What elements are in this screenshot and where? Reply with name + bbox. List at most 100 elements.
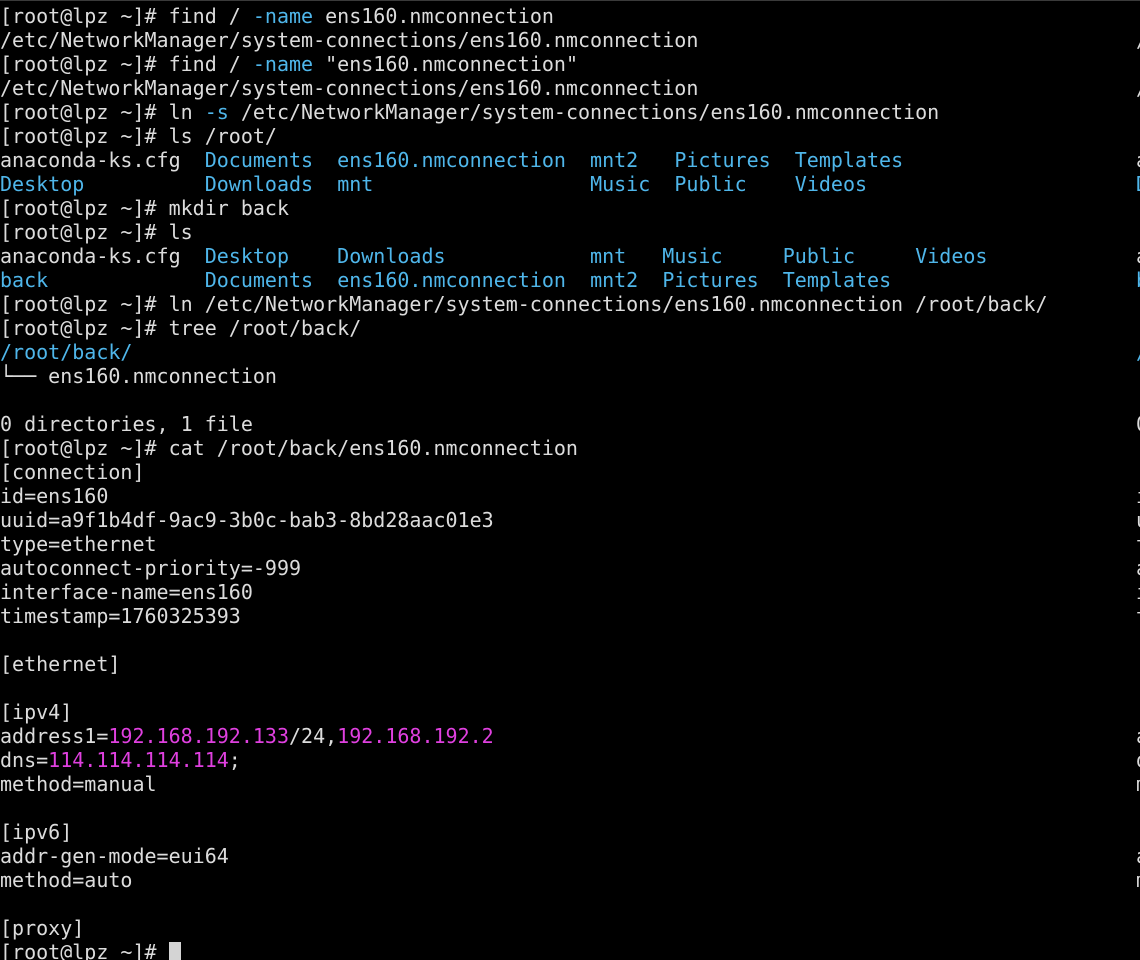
- adjacent-pane-char: b: [1136, 268, 1140, 292]
- terminal-line: type=ethernet: [0, 532, 1048, 556]
- terminal-line: dns=114.114.114.114;: [0, 748, 1048, 772]
- adjacent-pane-char: [1136, 652, 1140, 676]
- adjacent-pane-char: a: [1136, 556, 1140, 580]
- terminal-line: [ipv6]: [0, 820, 1048, 844]
- terminal-line: back Documents ens160.nmconnection mnt2 …: [0, 268, 1048, 292]
- directory-entry: back: [0, 268, 49, 292]
- terminal-line: interface-name=ens160: [0, 580, 1048, 604]
- directory-entry: mnt2: [590, 268, 639, 292]
- terminal-line: /etc/NetworkManager/system-connections/e…: [0, 28, 1048, 52]
- adjacent-pane-char: /: [1136, 340, 1140, 364]
- terminal-line: [root@lpz ~]# ls /root/: [0, 124, 1048, 148]
- terminal-line: Desktop Downloads mnt Music Public Video…: [0, 172, 1048, 196]
- terminal-text: [root@lpz ~]# ls: [0, 220, 193, 244]
- directory-entry: Public: [782, 244, 855, 268]
- terminal-text: id=ens160: [0, 484, 109, 508]
- adjacent-pane-edge: //aDab/0iutaitadmam: [1136, 4, 1140, 960]
- adjacent-pane-char: u: [1136, 508, 1140, 532]
- adjacent-pane-char: [1136, 100, 1140, 124]
- directory-entry: Downloads: [337, 244, 446, 268]
- terminal-line: id=ens160: [0, 484, 1048, 508]
- adjacent-pane-char: 0: [1136, 412, 1140, 436]
- ip-address-text: 114.114.114.114: [48, 748, 229, 772]
- directory-entry: Videos: [794, 172, 868, 196]
- terminal-text: [ipv4]: [0, 700, 73, 724]
- terminal-line: method=manual: [0, 772, 1048, 796]
- terminal-text: method=manual: [0, 772, 157, 796]
- terminal-text: [root@lpz ~]# mkdir back: [0, 196, 289, 220]
- directory-entry: /root/back/: [0, 340, 133, 364]
- terminal-text: [proxy]: [0, 916, 85, 940]
- adjacent-pane-char: a: [1136, 724, 1140, 748]
- terminal-line: anaconda-ks.cfg Documents ens160.nmconne…: [0, 148, 1048, 172]
- terminal-line: anaconda-ks.cfg Desktop Downloads mnt Mu…: [0, 244, 1048, 268]
- terminal-text: type=ethernet: [0, 532, 157, 556]
- terminal-line: [root@lpz ~]# tree /root/back/: [0, 316, 1048, 340]
- terminal-line: [root@lpz ~]# cat /root/back/ens160.nmco…: [0, 436, 1048, 460]
- adjacent-pane-char: [1136, 124, 1140, 148]
- adjacent-pane-char: [1136, 316, 1140, 340]
- terminal-line: address1=192.168.192.133/24,192.168.192.…: [0, 724, 1048, 748]
- adjacent-pane-char: m: [1136, 772, 1140, 796]
- adjacent-pane-char: [1136, 52, 1140, 76]
- adjacent-pane-char: D: [1136, 172, 1140, 196]
- terminal-text: [root@lpz ~]#: [0, 940, 169, 960]
- directory-entry: Desktop: [0, 172, 85, 196]
- directory-entry: ens160.nmconnection: [337, 268, 566, 292]
- terminal-line: [root@lpz ~]# find / -name "ens160.nmcon…: [0, 52, 1048, 76]
- terminal-output: [root@lpz ~]# find / -name ens160.nmconn…: [0, 4, 1048, 960]
- terminal-text: [root@lpz ~]# cat /root/back/ens160.nmco…: [0, 436, 578, 460]
- terminal-line: method=auto: [0, 868, 1048, 892]
- terminal-text: anaconda-ks.cfg: [0, 244, 205, 268]
- terminal-text: ens160.nmconnection: [313, 4, 554, 28]
- terminal-text: "ens160.nmconnection": [313, 52, 578, 76]
- terminal-line: uuid=a9f1b4df-9ac9-3b0c-bab3-8bd28aac01e…: [0, 508, 1048, 532]
- adjacent-pane-char: [1136, 196, 1140, 220]
- adjacent-pane-char: t: [1136, 532, 1140, 556]
- terminal-text: timestamp=1760325393: [0, 604, 241, 628]
- terminal-text: uuid=a9f1b4df-9ac9-3b0c-bab3-8bd28aac01e…: [0, 508, 494, 532]
- directory-entry: Documents: [204, 268, 314, 292]
- adjacent-pane-char: [1136, 892, 1140, 916]
- terminal-text: [root@lpz ~]# ls /root/: [0, 124, 277, 148]
- terminal-line: [ipv4]: [0, 700, 1048, 724]
- terminal-line: └── ens160.nmconnection: [0, 364, 1048, 388]
- directory-entry: Public: [674, 172, 747, 196]
- terminal-text: [ipv6]: [0, 820, 73, 844]
- terminal-text: [ethernet]: [0, 652, 121, 676]
- terminal-line: 0 directories, 1 file: [0, 412, 1048, 436]
- directory-entry: Pictures: [662, 268, 759, 292]
- adjacent-pane-char: [1136, 916, 1140, 940]
- directory-entry: Videos: [915, 244, 988, 268]
- directory-entry: mnt2: [590, 148, 639, 172]
- terminal-line: [root@lpz ~]# find / -name ens160.nmconn…: [0, 4, 1048, 28]
- directory-entry: Downloads: [204, 172, 314, 196]
- adjacent-pane-char: d: [1136, 748, 1140, 772]
- terminal-text: [root@lpz ~]# ln /etc/NetworkManager/sys…: [0, 292, 1048, 316]
- adjacent-pane-char: [1136, 796, 1140, 820]
- terminal-window[interactable]: [root@lpz ~]# find / -name ens160.nmconn…: [0, 0, 1140, 960]
- terminal-line: addr-gen-mode=eui64: [0, 844, 1048, 868]
- terminal-text: interface-name=ens160: [0, 580, 253, 604]
- terminal-text: [root@lpz ~]# tree /root/back/: [0, 316, 362, 340]
- terminal-text: [root@lpz ~]# find /: [0, 4, 253, 28]
- terminal-line: timestamp=1760325393: [0, 604, 1048, 628]
- terminal-line: /root/back/: [0, 340, 1048, 364]
